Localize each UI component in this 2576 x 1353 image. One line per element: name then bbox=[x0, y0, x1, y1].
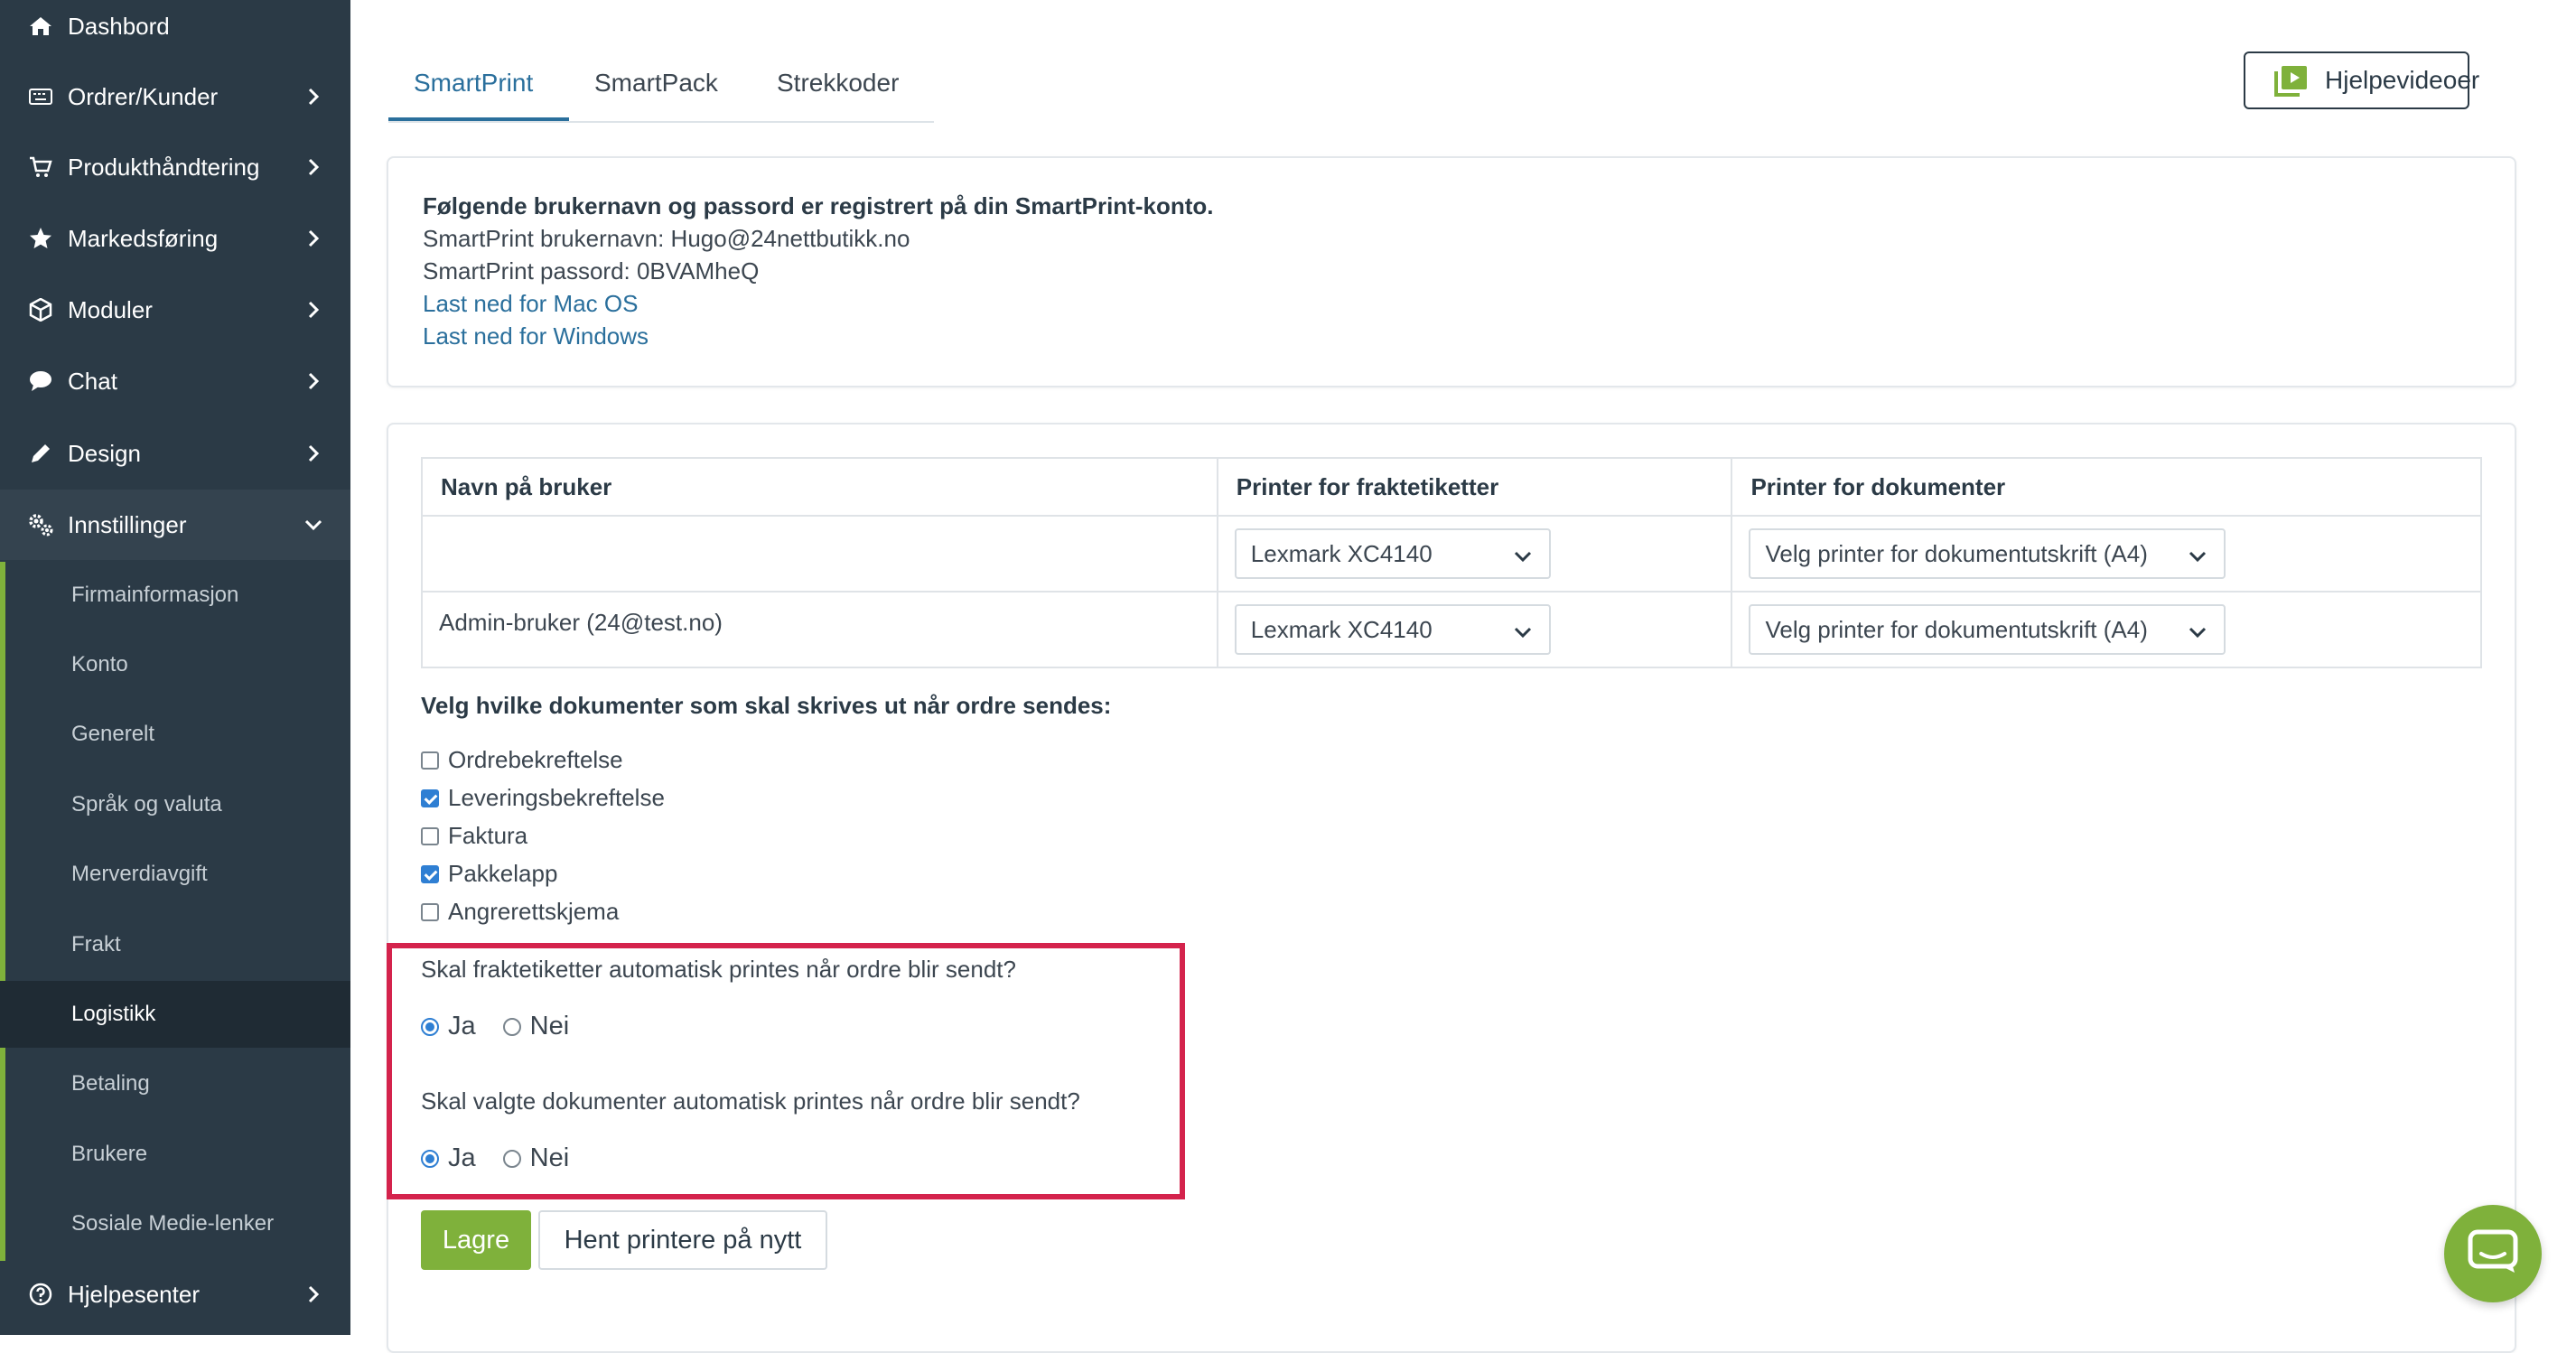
chevron-down-icon bbox=[1513, 545, 1533, 565]
sidebar-item-hjelpesenter[interactable]: Hjelpesenter bbox=[0, 1259, 350, 1330]
auto-print-labels-question: Skal fraktetiketter automatisk printes n… bbox=[421, 956, 1016, 983]
tab-smartpack[interactable]: SmartPack bbox=[594, 69, 718, 98]
chat-icon bbox=[2468, 1229, 2518, 1279]
account-heading: Følgende brukernavn og passord er regist… bbox=[423, 192, 1214, 219]
auto-print-documents-question: Skal valgte dokumenter automatisk printe… bbox=[421, 1087, 1080, 1115]
smartprint-account-card: Følgende brukernavn og passord er regist… bbox=[387, 156, 2516, 387]
chevron-right-icon bbox=[303, 443, 323, 463]
sidebar-item-label: Hjelpesenter bbox=[68, 1280, 200, 1308]
chat-launcher-button[interactable] bbox=[2444, 1205, 2542, 1302]
sidebar-item-label: Produkthåndtering bbox=[68, 153, 260, 181]
submenu-item-sprak-og-valuta[interactable]: Språk og valuta bbox=[0, 771, 350, 838]
download-mac-link[interactable]: Last ned for Mac OS bbox=[423, 290, 638, 318]
document-option-ordrebekreftelse[interactable]: Ordrebekreftelse bbox=[421, 746, 623, 774]
submenu-item-sosiale-medie-lenker[interactable]: Sosiale Medie-lenker bbox=[0, 1190, 350, 1257]
auto-print-labels-options: Ja Nei bbox=[421, 1012, 569, 1041]
chevron-down-icon bbox=[303, 515, 323, 535]
checkbox[interactable] bbox=[421, 751, 439, 770]
submenu-item-konto[interactable]: Konto bbox=[0, 631, 350, 698]
document-printer-select[interactable]: Velg printer for dokumentutskrift (A4) bbox=[1749, 604, 2226, 655]
radio-yes[interactable] bbox=[421, 1149, 439, 1168]
chevron-right-icon bbox=[303, 229, 323, 248]
settings-submenu: Firmainformasjon Konto Generelt Språk og… bbox=[0, 562, 350, 1261]
document-option-pakkelapp[interactable]: Pakkelapp bbox=[421, 860, 557, 888]
sidebar-item-design[interactable]: Design bbox=[0, 418, 350, 489]
sidebar-item-dashbord[interactable]: Dashbord bbox=[0, 0, 350, 61]
label-printer-select[interactable]: Lexmark XC4140 bbox=[1234, 528, 1551, 579]
question-circle-icon bbox=[27, 1281, 54, 1308]
sidebar-item-markedsforing[interactable]: Markedsføring bbox=[0, 203, 350, 274]
cube-icon bbox=[27, 296, 54, 323]
save-button[interactable]: Lagre bbox=[421, 1210, 531, 1270]
column-header-user: Navn på bruker bbox=[421, 457, 1218, 517]
star-icon bbox=[27, 225, 54, 252]
keyboard-icon bbox=[27, 83, 54, 110]
checkbox[interactable] bbox=[421, 864, 439, 883]
cart-icon bbox=[27, 154, 54, 181]
sidebar-item-label: Ordrer/Kunder bbox=[68, 82, 219, 110]
checkbox[interactable] bbox=[421, 788, 439, 807]
column-header-document-printer: Printer for dokumenter bbox=[1731, 457, 2482, 517]
submenu-item-merverdiavgift[interactable]: Merverdiavgift bbox=[0, 841, 350, 908]
sidebar-item-produkthandtering[interactable]: Produkthåndtering bbox=[0, 132, 350, 202]
tab-strekkoder[interactable]: Strekkoder bbox=[777, 69, 899, 98]
sidebar-item-label: Chat bbox=[68, 367, 117, 395]
chevron-down-icon bbox=[1513, 621, 1533, 640]
home-icon bbox=[27, 13, 54, 40]
radio-no[interactable] bbox=[502, 1149, 521, 1168]
user-name-cell bbox=[421, 515, 1218, 593]
document-option-leveringsbekreftelse[interactable]: Leveringsbekreftelse bbox=[421, 784, 665, 812]
chat-bubble-icon bbox=[27, 368, 54, 395]
submenu-item-brukere[interactable]: Brukere bbox=[0, 1121, 350, 1188]
document-option-faktura[interactable]: Faktura bbox=[421, 822, 527, 850]
submenu-item-generelt[interactable]: Generelt bbox=[0, 701, 350, 768]
submenu-item-frakt[interactable]: Frakt bbox=[0, 911, 350, 978]
chevron-right-icon bbox=[303, 1284, 323, 1304]
help-videos-button[interactable]: Hjelpevideoer bbox=[2244, 51, 2479, 109]
sidebar: Dashbord Ordrer/Kunder Produkthåndtering… bbox=[0, 0, 350, 1335]
sidebar-item-innstillinger[interactable]: Innstillinger bbox=[0, 490, 350, 560]
tab-smartprint[interactable]: SmartPrint bbox=[414, 69, 533, 98]
chevron-down-icon bbox=[2188, 545, 2207, 565]
pencil-icon bbox=[27, 440, 54, 467]
documents-section-title: Velg hvilke dokumenter som skal skrives … bbox=[421, 692, 1112, 719]
password-line: SmartPrint passord: 0BVAMheQ bbox=[423, 257, 760, 285]
checkbox[interactable] bbox=[421, 902, 439, 921]
submenu-item-logistikk[interactable]: Logistikk bbox=[0, 981, 350, 1048]
document-printer-select[interactable]: Velg printer for dokumentutskrift (A4) bbox=[1749, 528, 2226, 579]
sidebar-item-label: Design bbox=[68, 439, 141, 467]
document-option-angrerettskjema[interactable]: Angrerettskjema bbox=[421, 898, 619, 926]
chevron-right-icon bbox=[303, 87, 323, 107]
tab-bar: SmartPrint SmartPack Strekkoder bbox=[388, 52, 934, 123]
sidebar-item-label: Markedsføring bbox=[68, 224, 219, 252]
sidebar-item-moduler[interactable]: Moduler bbox=[0, 275, 350, 345]
checkbox[interactable] bbox=[421, 826, 439, 845]
sidebar-item-chat[interactable]: Chat bbox=[0, 346, 350, 416]
column-header-label-printer: Printer for fraktetiketter bbox=[1216, 457, 1733, 517]
sidebar-item-label: Dashbord bbox=[68, 12, 170, 40]
chevron-right-icon bbox=[303, 157, 323, 177]
username-line: SmartPrint brukernavn: Hugo@24nettbutikk… bbox=[423, 225, 910, 252]
printer-table: Navn på bruker Printer for fraktetikette… bbox=[421, 457, 2482, 668]
label-printer-select[interactable]: Lexmark XC4140 bbox=[1234, 604, 1551, 655]
chevron-right-icon bbox=[303, 371, 323, 391]
sidebar-item-label: Innstillinger bbox=[68, 510, 187, 538]
table-row: Admin-bruker (24@test.no) Lexmark XC4140… bbox=[421, 591, 2482, 668]
radio-yes[interactable] bbox=[421, 1017, 439, 1036]
chevron-down-icon bbox=[2188, 621, 2207, 640]
download-windows-link[interactable]: Last ned for Windows bbox=[423, 322, 649, 350]
submenu-item-betaling[interactable]: Betaling bbox=[0, 1050, 350, 1117]
video-playlist-icon bbox=[2274, 66, 2307, 97]
submenu-item-firmainformasjon[interactable]: Firmainformasjon bbox=[0, 562, 350, 629]
table-row: Lexmark XC4140 Velg printer for dokument… bbox=[421, 515, 2482, 593]
cogs-icon bbox=[27, 511, 54, 538]
chevron-right-icon bbox=[303, 300, 323, 320]
user-name-cell: Admin-bruker (24@test.no) bbox=[421, 591, 1218, 668]
active-tab-indicator bbox=[388, 117, 569, 121]
refresh-printers-button[interactable]: Hent printere på nytt bbox=[538, 1210, 827, 1270]
sidebar-item-label: Moduler bbox=[68, 295, 153, 323]
radio-no[interactable] bbox=[502, 1017, 521, 1036]
auto-print-documents-options: Ja Nei bbox=[421, 1143, 569, 1173]
sidebar-item-ordrer-kunder[interactable]: Ordrer/Kunder bbox=[0, 61, 350, 132]
